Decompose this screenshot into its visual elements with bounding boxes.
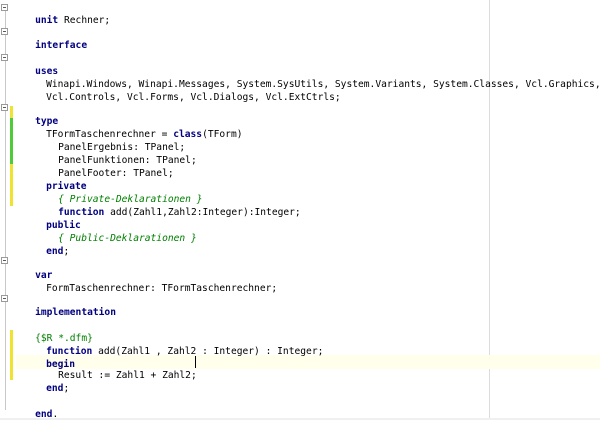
code-line[interactable]: TFormTaschenrechner = class(TForm) (23, 114, 242, 140)
code-line[interactable]: end; (23, 231, 69, 257)
fold-toggle-type[interactable] (1, 104, 8, 111)
code-text: ; (63, 383, 70, 394)
code-line[interactable]: uses (12, 51, 58, 77)
code-text: Vcl.Controls, Vcl.Forms, Vcl.Dialogs, Vc… (46, 92, 341, 103)
fold-toggle-implementation[interactable] (1, 295, 8, 302)
code-text: add(Zahl1,Zahl2:Integer):Integer; (104, 207, 301, 218)
code-line[interactable]: {$R *.dfm} (12, 318, 93, 344)
code-line-current[interactable]: Result := Zahl1 + Zahl2; (35, 355, 197, 381)
fold-guide-line (5, 10, 6, 410)
code-comment: { Public-Deklarationen } (58, 233, 197, 244)
fold-toggle-var[interactable] (1, 257, 8, 264)
code-line[interactable]: PanelFooter: TPanel; (35, 153, 174, 179)
code-line[interactable]: PanelFunktionen: TPanel; (35, 140, 197, 166)
code-line[interactable]: public (23, 205, 81, 231)
change-marker-unsaved (10, 164, 13, 206)
code-line[interactable]: Vcl.Controls, Vcl.Forms, Vcl.Dialogs, Vc… (23, 77, 341, 103)
code-line[interactable]: private (23, 166, 86, 192)
code-line[interactable]: unit Rechner; (12, 0, 110, 26)
fold-toggle-unit[interactable] (1, 4, 8, 11)
keyword: end (46, 383, 64, 394)
code-line[interactable]: end; (23, 368, 69, 394)
code-line[interactable]: { Public-Deklarationen } (35, 218, 197, 244)
keyword: implementation (35, 307, 116, 318)
code-line[interactable]: { Private-Deklarationen } (35, 179, 202, 205)
fold-toggle-interface[interactable] (1, 28, 8, 35)
code-line[interactable]: function add(Zahl1,Zahl2:Integer):Intege… (35, 192, 301, 218)
code-line[interactable]: interface (12, 25, 87, 51)
code-line[interactable]: Winapi.Windows, Winapi.Messages, System.… (23, 64, 600, 90)
code-line[interactable]: var (12, 255, 52, 281)
code-text: ; (63, 246, 70, 257)
code-line[interactable]: type (12, 101, 58, 127)
code-line[interactable]: end. (12, 394, 58, 420)
code-editor[interactable]: unit Rechner; interface uses Winapi.Wind… (0, 0, 600, 420)
code-text: Result := Zahl1 + Zahl2; (58, 370, 197, 381)
keyword: interface (35, 40, 88, 51)
code-line[interactable]: implementation (12, 292, 116, 318)
fold-toggle-uses[interactable] (1, 54, 8, 61)
code-line[interactable]: function add(Zahl1 , Zahl2 : Integer) : … (23, 331, 323, 357)
code-line[interactable]: PanelErgebnis: TPanel; (35, 127, 185, 153)
code-text: (TForm) (202, 129, 243, 140)
code-line[interactable]: FormTaschenrechner: TFormTaschenrechner; (23, 268, 277, 294)
text-caret (195, 356, 196, 368)
